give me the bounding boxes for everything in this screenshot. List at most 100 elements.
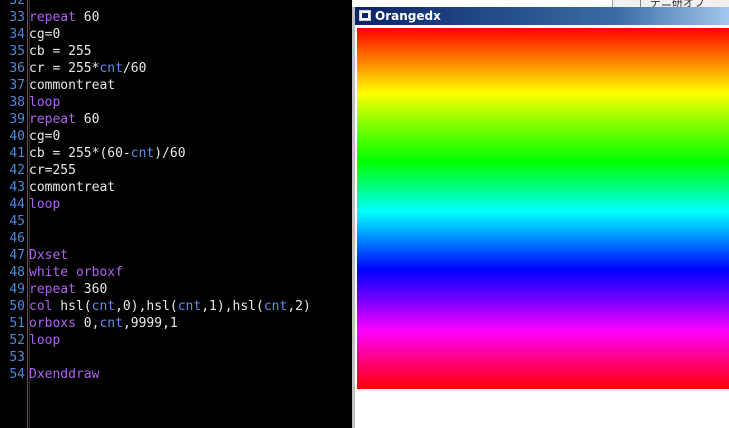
code-line[interactable]: 38 loop — [0, 94, 311, 111]
line-number: 49 — [9, 282, 25, 297]
rainbow-gradient-canvas — [357, 28, 729, 389]
code-text: orboxs 0,cnt,9999,1 — [29, 315, 178, 332]
line-number: 47 — [9, 248, 25, 263]
code-line[interactable]: 32 — [0, 0, 311, 9]
code-token: cg=0 — [29, 129, 61, 144]
code-text: white orboxf — [29, 264, 123, 281]
code-token: cr=255 — [29, 163, 76, 178]
code-line[interactable]: 51 orboxs 0,cnt,9999,1 — [0, 315, 311, 332]
code-line[interactable]: 43 commontreat — [0, 179, 311, 196]
preview-window-titlebar[interactable]: Orangedx — [355, 7, 729, 25]
code-token: 360 — [75, 282, 108, 297]
code-variable: cnt — [177, 299, 202, 314]
code-line[interactable]: 53 — [0, 349, 311, 366]
code-keyword: Dxset — [29, 248, 69, 263]
code-token: /60 — [122, 61, 147, 76]
code-line[interactable]: 52 loop — [0, 332, 311, 349]
code-text: cb = 255 — [29, 43, 92, 60]
code-text: repeat 60 — [29, 111, 99, 128]
code-token: cg=0 — [29, 27, 61, 42]
code-keyword: loop — [29, 197, 61, 212]
code-line[interactable]: 42 cr=255 — [0, 162, 311, 179]
line-number: 42 — [9, 163, 25, 178]
code-keyword: col — [29, 299, 53, 314]
line-number: 54 — [9, 367, 25, 382]
code-line[interactable]: 49 repeat 360 — [0, 281, 311, 298]
code-token: 0, — [75, 316, 100, 331]
code-line[interactable]: 40 cg=0 — [0, 128, 311, 145]
code-keyword: loop — [29, 95, 61, 110]
code-lines: 32 33 repeat 60 34 cg=0 35 cb = 255 36 cr = 255*… — [0, 0, 311, 383]
line-number: 33 — [9, 10, 25, 25]
code-line[interactable]: 41 cb = 255*(60-cnt)/60 — [0, 145, 311, 162]
code-line[interactable]: 36 cr = 255*cnt/60 — [0, 60, 311, 77]
code-line[interactable]: 34 cg=0 — [0, 26, 311, 43]
line-number: 39 — [9, 112, 25, 127]
code-keyword: loop — [29, 333, 61, 348]
code-text: cg=0 — [29, 128, 60, 145]
code-variable: cnt — [130, 146, 155, 161]
line-number: 52 — [9, 333, 25, 348]
line-number: 46 — [9, 231, 25, 246]
canvas-blank-area — [357, 389, 729, 428]
code-text: repeat 60 — [29, 9, 99, 26]
code-text: Dxenddraw — [29, 366, 99, 383]
line-number: 50 — [9, 299, 25, 314]
code-keyword: orboxs — [29, 316, 76, 331]
code-line[interactable]: 54 Dxenddraw — [0, 366, 311, 383]
code-token: ,9999,1 — [122, 316, 178, 331]
code-line[interactable]: 35 cb = 255 — [0, 43, 311, 60]
code-token: cb = 255*(60- — [29, 146, 131, 161]
line-number: 53 — [9, 350, 25, 365]
code-text: col hsl(cnt,0),hsl(cnt,1),hsl(cnt,2) — [29, 298, 311, 315]
code-editor[interactable]: 32 33 repeat 60 34 cg=0 35 cb = 255 36 cr = 255*… — [0, 0, 352, 428]
code-text: loop — [29, 94, 60, 111]
code-text: loop — [29, 332, 60, 349]
code-line[interactable]: 39 repeat 60 — [0, 111, 311, 128]
line-number: 37 — [9, 78, 25, 93]
preview-window-title: Orangedx — [375, 9, 441, 23]
code-variable: cnt — [263, 299, 288, 314]
line-number: 35 — [9, 44, 25, 59]
code-line[interactable]: 48 white orboxf — [0, 264, 311, 281]
code-token: commontreat — [29, 180, 116, 195]
line-number: 32 — [9, 0, 25, 8]
code-keyword: repeat — [29, 10, 76, 25]
line-number: 43 — [9, 180, 25, 195]
line-number: 45 — [9, 214, 25, 229]
code-text: cr=255 — [29, 162, 76, 179]
code-line[interactable]: 37 commontreat — [0, 77, 311, 94]
code-keyword: white orboxf — [29, 265, 123, 280]
code-text: Dxset — [29, 247, 68, 264]
code-line[interactable]: 46 — [0, 230, 311, 247]
line-number: 44 — [9, 197, 25, 212]
code-variable: cnt — [91, 299, 116, 314]
code-token: ,1),hsl( — [201, 299, 264, 314]
code-keyword: repeat — [29, 112, 76, 127]
window-icon[interactable] — [359, 10, 371, 21]
code-token: hsl( — [52, 299, 92, 314]
line-number: 41 — [9, 146, 25, 161]
code-text: repeat 360 — [29, 281, 107, 298]
code-line[interactable]: 44 loop — [0, 196, 311, 213]
line-number: 38 — [9, 95, 25, 110]
line-number: 36 — [9, 61, 25, 76]
code-text: loop — [29, 196, 60, 213]
code-line[interactable]: 50 col hsl(cnt,0),hsl(cnt,1),hsl(cnt,2) — [0, 298, 311, 315]
code-text: cr = 255*cnt/60 — [29, 60, 146, 77]
code-line[interactable]: 33 repeat 60 — [0, 9, 311, 26]
code-line[interactable]: 45 — [0, 213, 311, 230]
code-token: cr = 255* — [29, 61, 100, 76]
preview-window[interactable]: Orangedx — [352, 7, 729, 428]
code-token: 60 — [75, 10, 100, 25]
code-token: ,0),hsl( — [115, 299, 178, 314]
line-number: 34 — [9, 27, 25, 42]
code-text: cg=0 — [29, 26, 60, 43]
code-keyword: repeat — [29, 282, 76, 297]
code-token: )/60 — [154, 146, 186, 161]
line-number: 48 — [9, 265, 25, 280]
code-text: cb = 255*(60-cnt)/60 — [29, 145, 186, 162]
code-token: ,2) — [287, 299, 311, 314]
code-line[interactable]: 47 Dxset — [0, 247, 311, 264]
line-number: 40 — [9, 129, 25, 144]
